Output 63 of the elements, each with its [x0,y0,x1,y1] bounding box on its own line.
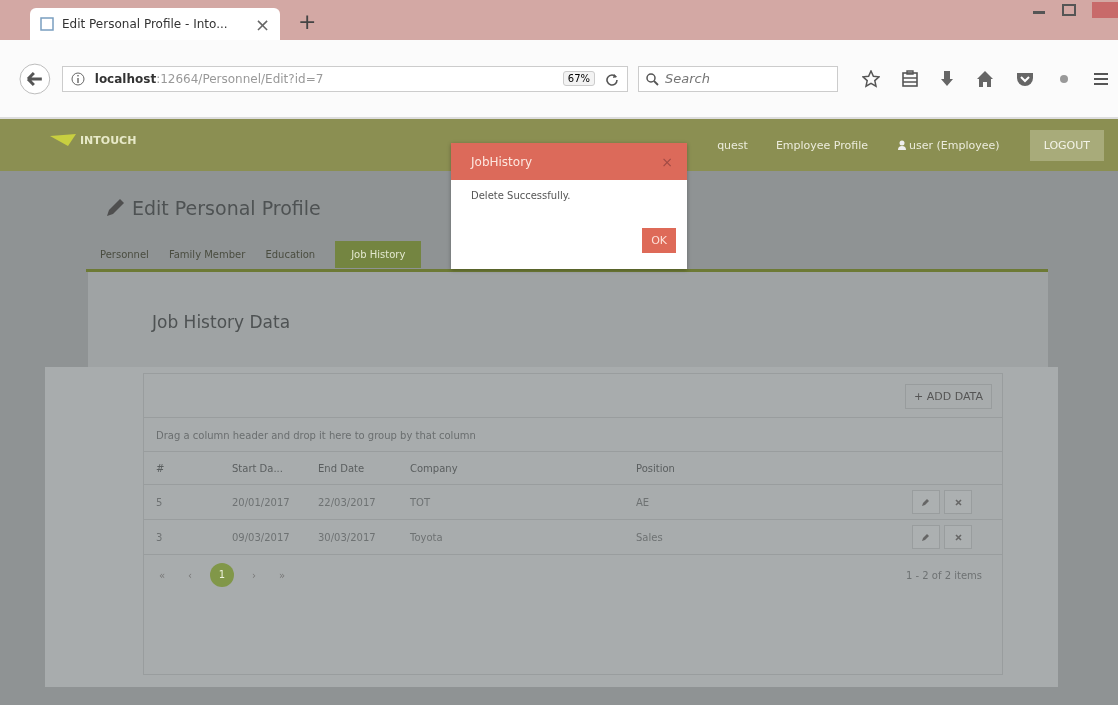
user-icon [898,140,907,150]
download-icon[interactable] [940,69,954,88]
table-cell-text: 5 [156,496,164,508]
profile-tab[interactable]: Personnel [100,242,165,266]
info-icon [70,71,85,86]
table-cell-text: Sales [636,531,664,543]
pencil-icon [104,197,126,219]
page-title: Edit Personal Profile [132,197,321,219]
close-icon[interactable]: × [254,13,270,35]
nav-link[interactable]: quest [717,138,748,152]
profile-tab[interactable]: Education [265,242,332,266]
browser-tab[interactable]: Edit Personal Profile - Into... × [30,8,280,40]
close-icon[interactable]: × [661,153,673,170]
home-icon[interactable] [976,69,994,88]
dialog-title: JobHistory [471,154,533,169]
pager-button[interactable]: » [274,569,290,581]
column-header[interactable]: Company [410,462,636,474]
profile-tab[interactable]: Job History [335,240,422,268]
back-icon[interactable] [18,61,52,96]
maximize-icon[interactable] [1062,4,1076,16]
logo-icon [50,134,76,146]
table-cell-text: 20/01/2017 [232,496,291,508]
zoom-badge[interactable]: 67% [562,71,595,86]
column-header[interactable]: # [156,462,232,474]
add-data-button[interactable]: + ADD DATA [905,384,992,409]
column-header[interactable]: End Date [318,462,410,474]
star-icon[interactable] [862,69,880,88]
pager-button[interactable]: 1 [210,563,234,587]
nav-link[interactable]: Employee Profile [775,138,869,152]
reload-icon[interactable] [605,71,619,86]
section-title: Job History Data [150,312,292,334]
column-header[interactable]: Start Da... [232,462,318,474]
table-cell-text: 09/03/2017 [232,531,291,543]
tab-title: Edit Personal Profile - Into... [62,17,228,31]
search-field[interactable]: Search [638,65,838,92]
table-cell-text: AE [636,496,651,508]
dialog-message: Delete Successfully. [470,189,572,203]
table-cell-text: 3 [156,531,164,543]
pager-button[interactable]: › [246,569,262,581]
clipboard-icon[interactable] [902,69,918,88]
user-menu[interactable]: user (Employee) [898,138,1000,152]
url-text: localhost:12664/Personnel/Edit?id=7 [94,71,325,86]
new-tab-button[interactable]: + [298,9,317,34]
brand-name: INTOUCH [80,133,137,147]
pencil-icon [922,533,930,541]
pager-button[interactable]: ‹ [182,569,198,581]
ok-button[interactable]: OK [642,228,676,253]
pencil-icon [922,498,930,506]
close-icon [954,498,962,506]
table-cell-text: 30/03/2017 [318,531,377,543]
table-cell-text: TOT [410,496,432,508]
menu-icon[interactable] [1094,71,1108,86]
column-header[interactable]: Position [636,462,836,474]
table-cell-text: 22/03/2017 [318,496,377,508]
table-cell-text: Toyota [410,531,444,543]
group-hint: Drag a column header and drop it here to group by that column [144,417,1002,451]
address-bar[interactable]: localhost:12664/Personnel/Edit?id=7 67% [61,65,628,92]
pager-button[interactable]: « [154,569,170,581]
page-icon [40,17,54,31]
close-icon [954,533,962,541]
profile-tab[interactable]: Family Member [168,242,262,266]
logout-button[interactable]: LOGOUT [1029,129,1104,161]
pager-summary: 1 - 2 of 2 items [905,569,982,581]
